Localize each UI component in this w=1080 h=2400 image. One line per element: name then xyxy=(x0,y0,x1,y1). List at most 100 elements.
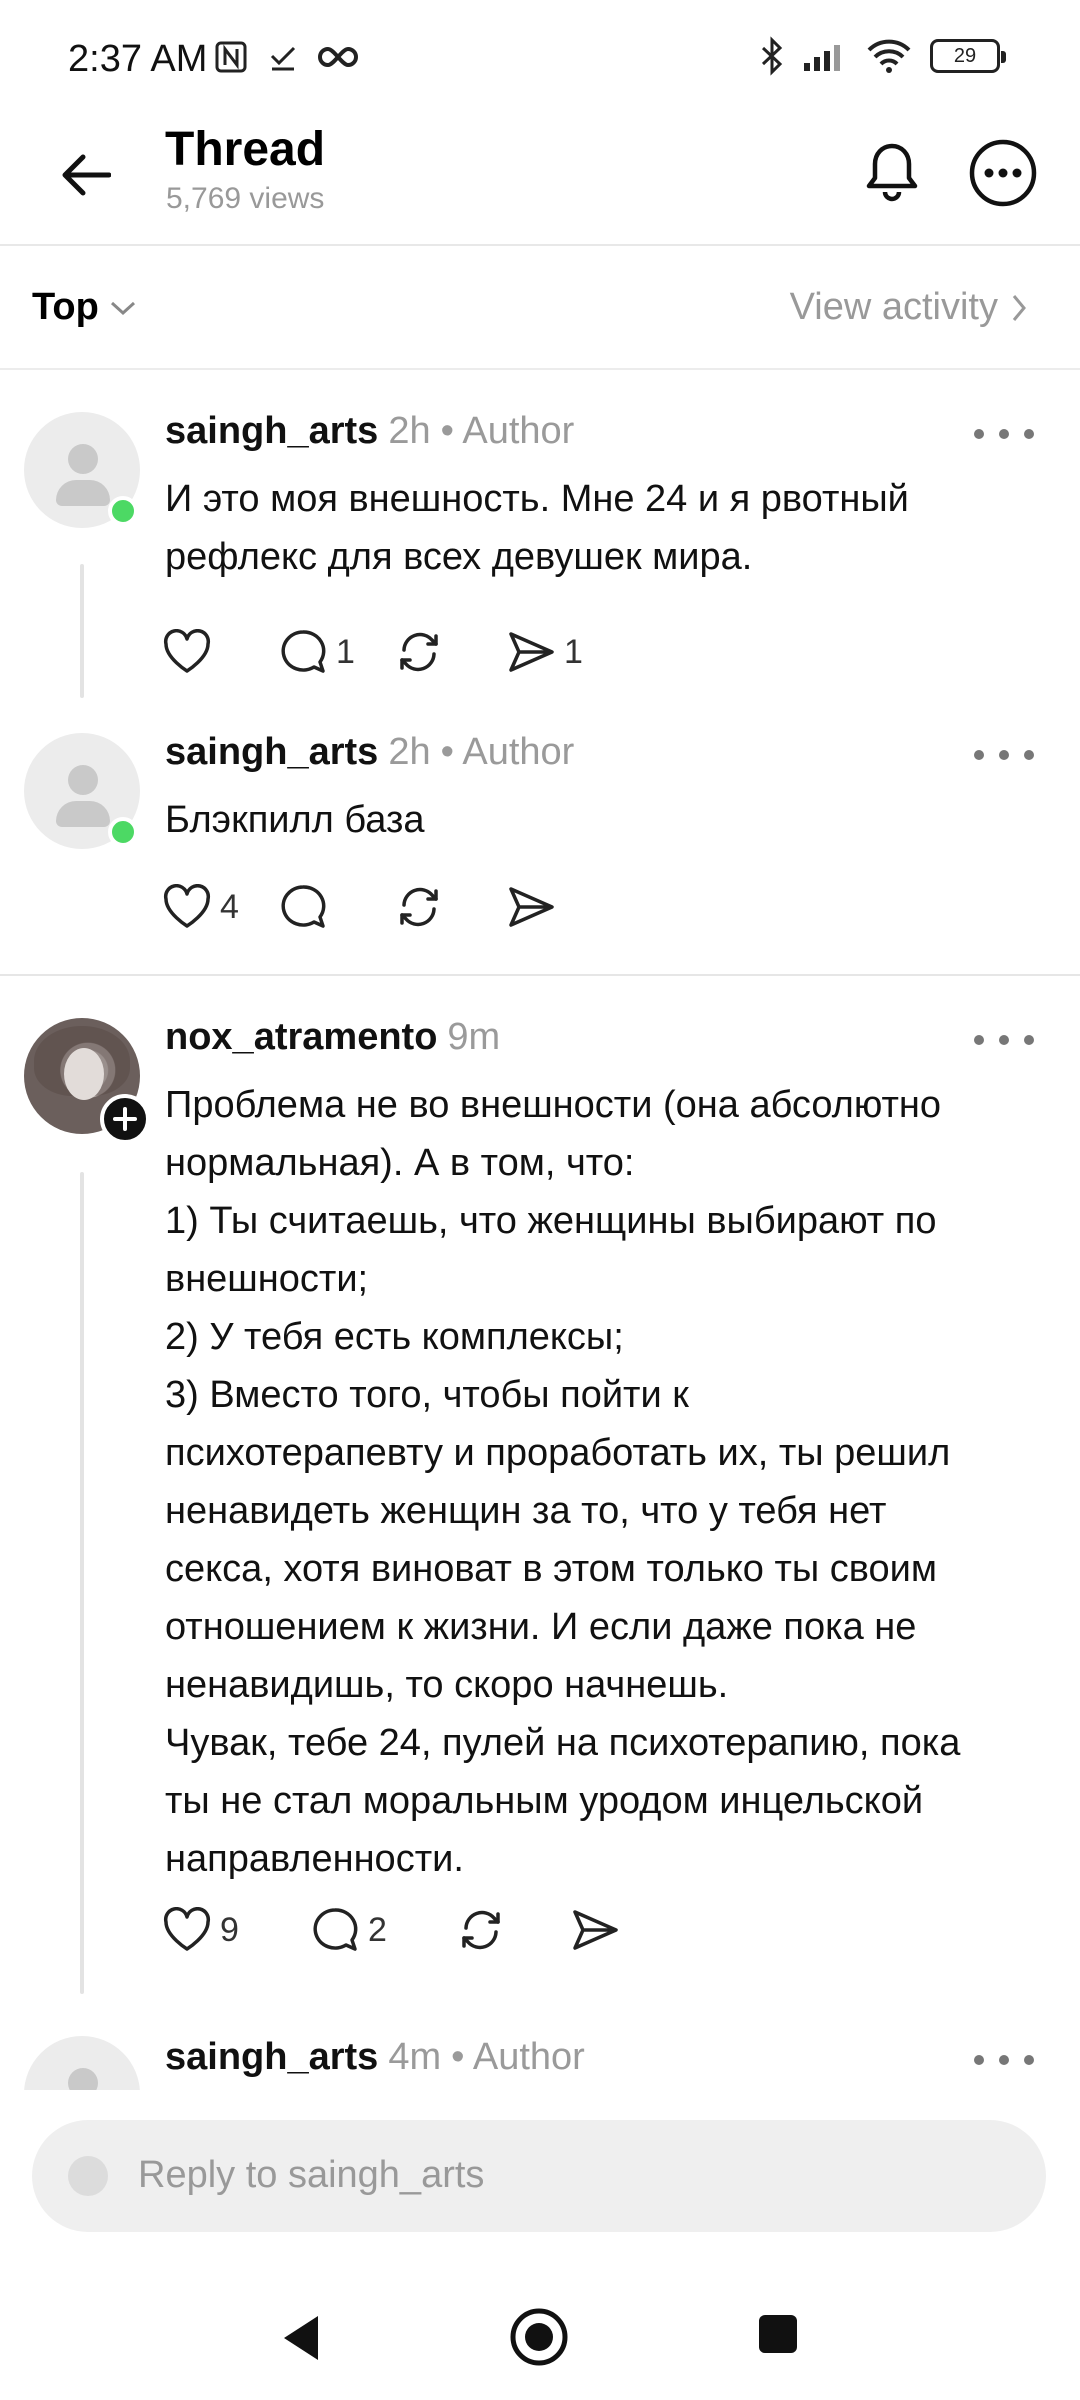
post-time: 9m xyxy=(447,1016,501,1058)
send-icon xyxy=(509,632,554,672)
repost-icon xyxy=(462,1910,500,1950)
thread-line xyxy=(80,1172,84,1994)
thread-post: saingh_arts 2h • Author И это моя внешно… xyxy=(0,372,1080,717)
share-count: 1 xyxy=(564,632,583,671)
chevron-down-icon xyxy=(110,301,135,315)
avatar[interactable] xyxy=(24,2036,140,2090)
reply-button[interactable]: 1 xyxy=(278,628,394,676)
status-left-icons xyxy=(214,40,358,74)
repost-button[interactable] xyxy=(394,883,506,931)
username[interactable]: saingh_arts xyxy=(165,2036,378,2079)
repost-button[interactable] xyxy=(394,628,506,676)
thread-header: Thread 5,769 views xyxy=(0,118,1080,246)
post-text: Блэкпилл база xyxy=(165,799,425,841)
like-button[interactable]: 4 xyxy=(162,884,278,930)
share-button[interactable] xyxy=(570,1907,638,1953)
status-right-icons: 29 xyxy=(760,36,1006,76)
post-menu-button[interactable] xyxy=(974,1020,1034,1060)
battery-icon: 29 xyxy=(930,39,1006,73)
comment-icon xyxy=(281,630,326,673)
like-count: 9 xyxy=(220,1910,239,1949)
post-time: 4m xyxy=(388,2036,442,2078)
like-button[interactable]: 9 xyxy=(162,1907,310,1953)
online-indicator xyxy=(108,817,138,847)
thread-line xyxy=(80,564,84,698)
battery-level: 29 xyxy=(953,44,977,67)
views-count: 5,769 views xyxy=(166,182,325,215)
signal-icon xyxy=(804,45,840,71)
bell-icon xyxy=(866,143,918,202)
post-menu-button[interactable] xyxy=(974,414,1034,454)
bluetooth-icon xyxy=(761,36,783,76)
username[interactable]: nox_atramento xyxy=(165,1016,437,1059)
view-activity-label: View activity xyxy=(789,286,998,328)
heart-icon xyxy=(163,1907,211,1951)
send-icon xyxy=(573,1910,618,1950)
reply-count: 1 xyxy=(336,632,355,671)
comment-icon xyxy=(281,885,326,928)
status-bar: 2:37 AM 29 xyxy=(0,0,1080,118)
user-icon xyxy=(68,2156,108,2196)
more-circle-icon xyxy=(969,139,1037,207)
reply-button[interactable]: 2 xyxy=(310,1906,456,1954)
post-text: Проблема не во внешности (она абсолютно … xyxy=(165,1084,961,1880)
check-icon xyxy=(270,46,296,71)
like-count: 4 xyxy=(220,887,239,926)
nfc-icon xyxy=(215,41,247,73)
send-icon xyxy=(509,887,554,927)
post-time: 2h xyxy=(388,410,431,452)
like-button[interactable] xyxy=(162,629,278,675)
arrow-left-icon xyxy=(62,154,111,196)
nav-home-icon[interactable] xyxy=(508,2306,570,2368)
reply-input[interactable]: Reply to saingh_arts xyxy=(32,2120,1046,2232)
post-text: И это моя внешность. Мне 24 и я рвотный … xyxy=(165,478,909,578)
system-nav-bar xyxy=(0,2260,1080,2400)
nav-recent-icon[interactable] xyxy=(756,2312,800,2356)
post-menu-button[interactable] xyxy=(974,2040,1034,2080)
repost-icon xyxy=(400,632,438,672)
thread-post: saingh_arts 2h • Author Блэкпилл база 4 xyxy=(0,717,1080,972)
post-meta: saingh_arts 2h • Author xyxy=(165,410,574,453)
heart-icon xyxy=(163,629,211,673)
repost-icon xyxy=(400,887,438,927)
view-activity-link[interactable]: View activity xyxy=(790,286,1028,329)
thread-post: nox_atramento 9m Проблема не во внешност… xyxy=(0,976,1080,2006)
heart-icon xyxy=(163,884,211,928)
share-button[interactable]: 1 xyxy=(506,629,583,675)
repost-button[interactable] xyxy=(456,1906,570,1954)
thread-post: saingh_arts 4m • Author xyxy=(0,2006,1080,2090)
share-button[interactable] xyxy=(506,884,574,930)
status-time: 2:37 AM xyxy=(68,38,208,80)
comment-icon xyxy=(313,1908,358,1951)
page-title: Thread xyxy=(165,123,326,176)
post-meta: saingh_arts 2h • Author xyxy=(165,731,574,774)
post-actions: 4 xyxy=(162,879,574,935)
notifications-button[interactable] xyxy=(856,136,928,208)
post-meta: saingh_arts 4m • Author xyxy=(165,2036,585,2079)
post-meta: nox_atramento 9m xyxy=(165,1016,500,1059)
plus-icon xyxy=(113,1107,137,1131)
wifi-icon xyxy=(867,39,911,73)
post-actions: 1 1 xyxy=(162,624,583,680)
post-actions: 9 2 xyxy=(162,1902,638,1958)
reply-count: 2 xyxy=(368,1910,387,1949)
sort-dropdown[interactable]: Top xyxy=(32,286,137,329)
online-indicator xyxy=(108,496,138,526)
sort-bar: Top View activity xyxy=(0,250,1080,370)
chevron-right-icon xyxy=(1012,294,1026,321)
author-badge: • Author xyxy=(440,731,575,773)
sort-label: Top xyxy=(32,286,99,328)
reply-placeholder: Reply to saingh_arts xyxy=(138,2154,485,2196)
author-badge: • Author xyxy=(451,2036,585,2078)
post-menu-button[interactable] xyxy=(974,735,1034,775)
nav-back-icon[interactable] xyxy=(278,2312,324,2364)
username[interactable]: saingh_arts xyxy=(165,410,378,453)
infinity-icon xyxy=(318,46,358,68)
username[interactable]: saingh_arts xyxy=(165,731,378,774)
follow-button[interactable] xyxy=(100,1094,150,1144)
more-options-button[interactable] xyxy=(966,136,1040,210)
reply-button[interactable] xyxy=(278,883,394,931)
back-button[interactable] xyxy=(50,140,120,210)
post-time: 2h xyxy=(388,731,431,773)
author-badge: • Author xyxy=(440,410,575,452)
